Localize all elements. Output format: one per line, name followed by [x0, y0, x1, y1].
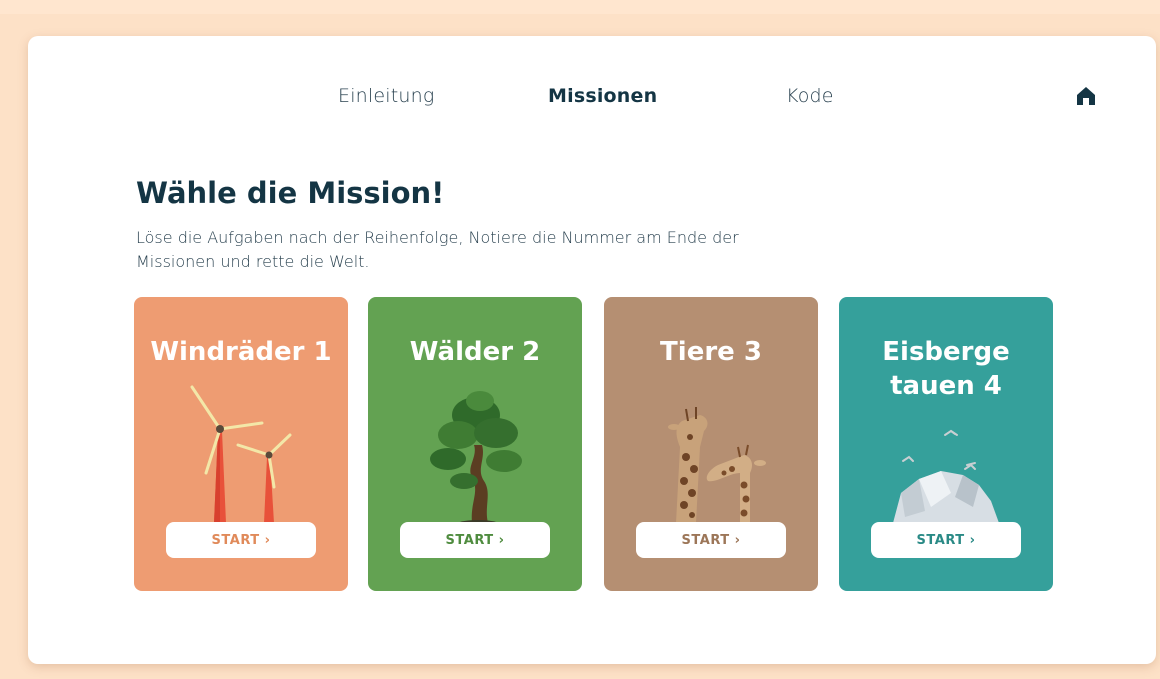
mission-title: Eisberge tauen 4 — [882, 337, 1010, 401]
nav-link-kode[interactable]: Kode — [786, 85, 834, 107]
mission-card-waelder: Wälder 2 START › — [368, 297, 582, 591]
nav-link-einleitung[interactable]: Einleitung — [338, 85, 435, 107]
mission-title: Tiere 3 — [660, 337, 762, 367]
mission-card-eisberge: Eisberge tauen 4 START › — [839, 297, 1053, 591]
page-title: Wähle die Mission! — [136, 176, 445, 210]
mission-card-windraeder: Windräder 1 START › — [134, 297, 348, 591]
start-button-tiere[interactable]: START › — [636, 522, 786, 558]
start-label: START — [916, 532, 965, 548]
chevron-right-icon: › — [264, 532, 271, 548]
chevron-right-icon: › — [734, 532, 741, 548]
start-label: START — [445, 532, 494, 548]
start-button-eisberge[interactable]: START › — [871, 522, 1021, 558]
mission-title: Wälder 2 — [409, 337, 541, 367]
start-label: START — [681, 532, 730, 548]
mission-title: Windräder 1 — [150, 337, 332, 367]
chevron-right-icon: › — [498, 532, 505, 548]
mission-card-tiere: Tiere 3 START › — [604, 297, 818, 591]
nav-link-missionen[interactable]: Missionen — [548, 85, 657, 107]
start-button-waelder[interactable]: START › — [400, 522, 550, 558]
top-strip — [0, 0, 1160, 14]
chevron-right-icon: › — [969, 532, 976, 548]
start-label: START — [211, 532, 260, 548]
start-button-windraeder[interactable]: START › — [166, 522, 316, 558]
intro-text: Löse die Aufgaben nach der Reihenfolge, … — [136, 228, 739, 271]
home-icon[interactable] — [1074, 84, 1098, 108]
